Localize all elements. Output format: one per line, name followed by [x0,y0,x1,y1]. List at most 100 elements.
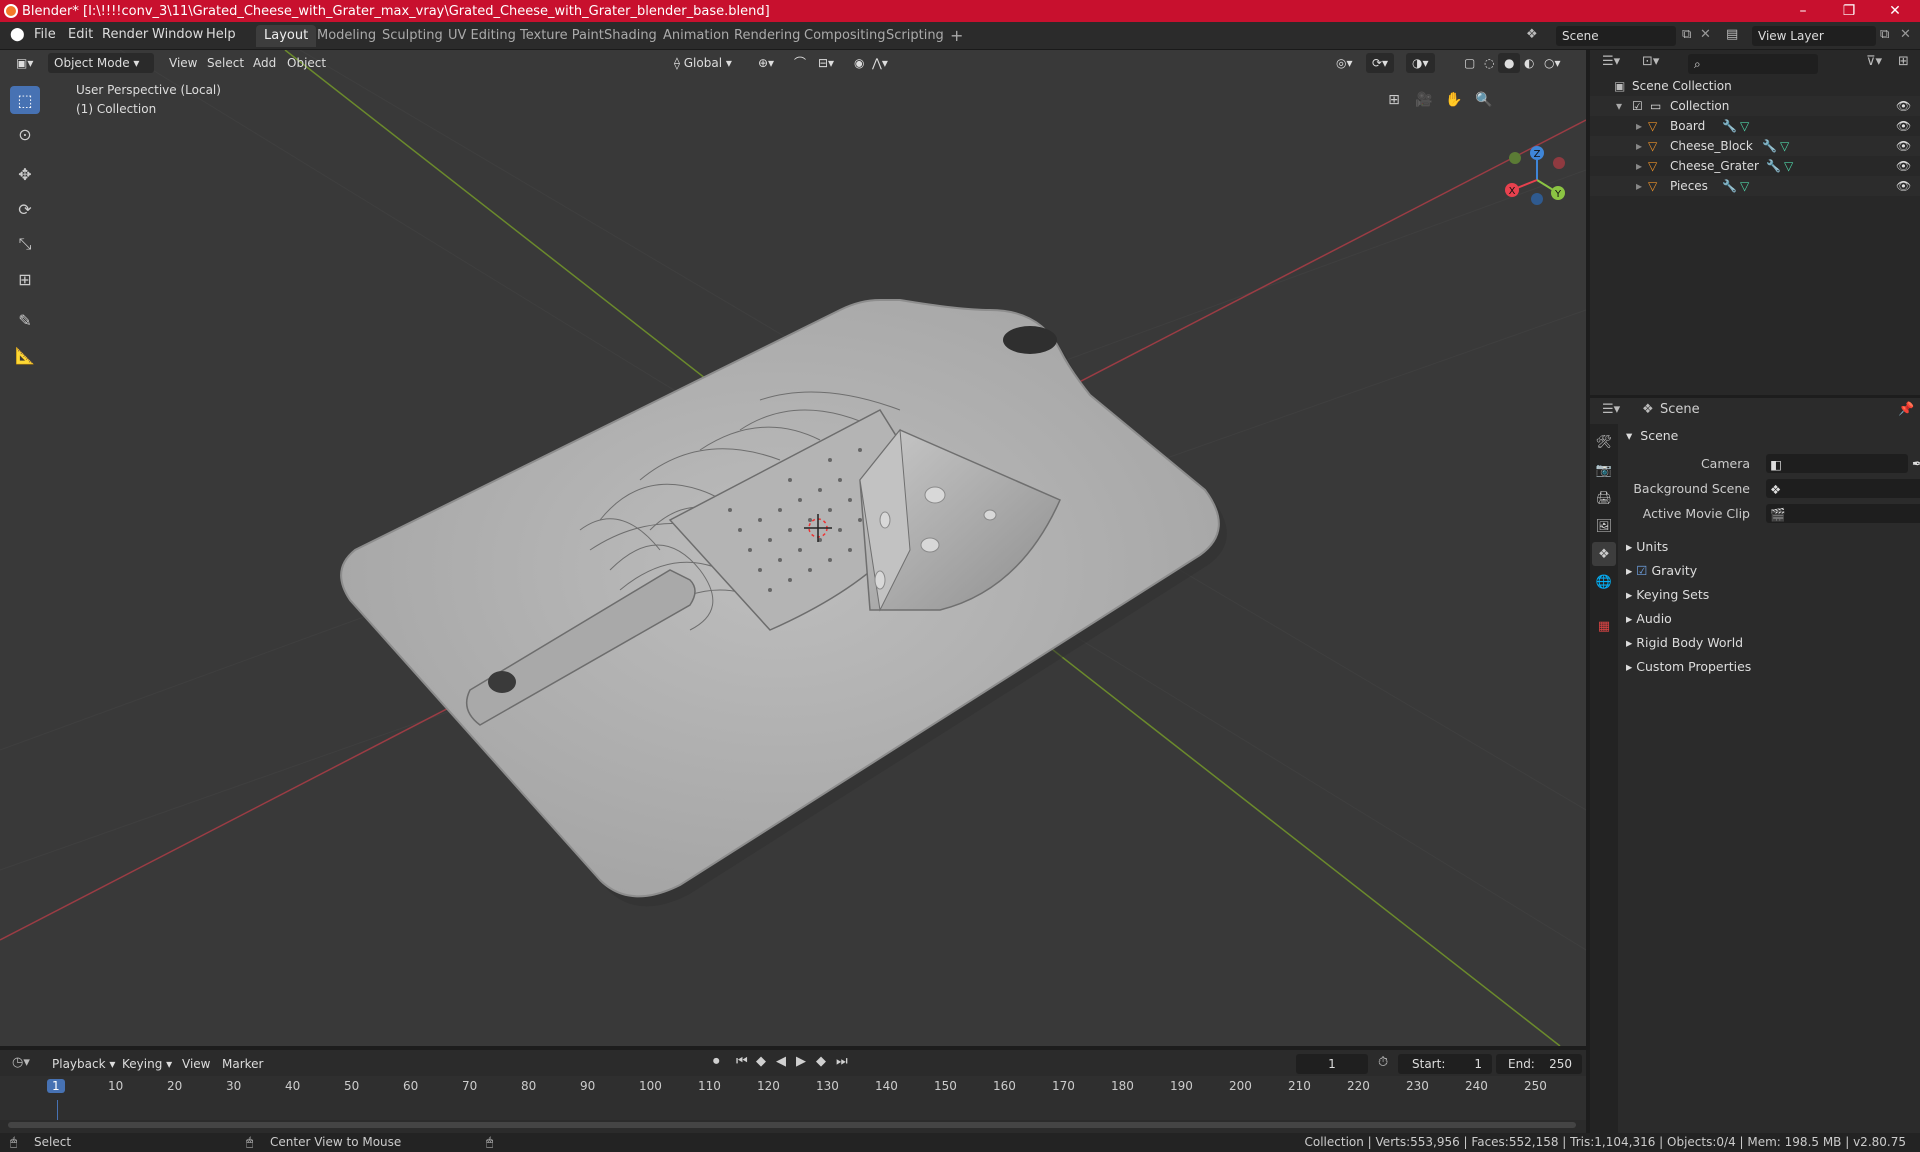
3d-viewport[interactable]: Z Y X ▣▾ Object Mode ▾ View Select Add O… [0,50,1586,1046]
new-view-layer-icon[interactable]: ⧉ [1880,27,1889,42]
menu-view[interactable]: View [163,53,203,73]
timeline-scrollbar[interactable] [8,1122,1576,1128]
transform-tool[interactable]: ⊞ [10,265,40,293]
audio-panel-header[interactable]: ▸ Audio [1622,607,1916,631]
play-reverse-button[interactable]: ◀ [776,1054,786,1069]
clock-icon[interactable]: ⏱ [1378,1055,1388,1070]
blender-menu-icon[interactable]: ⬤ [10,27,25,42]
expand-icon[interactable]: ▸ [1636,156,1642,176]
camera-view-icon[interactable]: 🎥 [1412,88,1436,112]
outliner-row-scene-collection[interactable]: ▣ Scene Collection [1590,76,1920,96]
navigation-gizmo[interactable]: Z Y X [1505,146,1565,205]
tab-animation[interactable]: Animation [655,25,737,47]
end-frame-field[interactable]: End: 250 [1496,1054,1582,1074]
view-layer-tab-icon[interactable]: 🖼 [1592,514,1616,538]
jump-keyframe-forward-button[interactable]: ◆ [816,1054,826,1069]
menu-window[interactable]: Window [152,27,203,42]
rendered-shading-icon[interactable]: ○▾ [1538,53,1567,73]
units-panel-header[interactable]: ▸ Units [1622,535,1916,559]
current-frame-field[interactable]: 1 [1296,1054,1368,1074]
texture-tab-icon[interactable]: ▦ [1592,614,1616,638]
new-scene-icon[interactable]: ⧉ [1682,27,1691,42]
record-button[interactable]: ⏺ [713,1054,720,1069]
eyedropper-icon[interactable]: ✒ [1912,453,1920,475]
snap-target-icon[interactable]: ⊟▾ [812,53,840,73]
delete-view-layer-icon[interactable]: ✕ [1900,27,1911,42]
filter-icon[interactable]: ⊽▾ [1866,54,1882,69]
render-tab-icon[interactable]: 📷 [1592,458,1616,482]
close-button[interactable]: ✕ [1872,0,1918,22]
falloff-icon[interactable]: ⋀▾ [866,53,894,73]
viewport-scene[interactable]: Z Y X [0,50,1586,1046]
tool-tab-icon[interactable]: 🛠 [1592,430,1616,454]
eye-icon[interactable]: 👁 [1896,136,1911,156]
play-button[interactable]: ▶ [796,1054,806,1069]
background-scene-field[interactable]: ❖ [1766,479,1920,498]
tab-scripting[interactable]: Scripting [878,25,952,47]
menu-timeline-view[interactable]: View [176,1054,216,1074]
jump-start-button[interactable]: ⏮ [736,1054,748,1069]
scale-tool[interactable]: ⤡ [10,230,40,258]
rotate-tool[interactable]: ⟳ [10,195,40,223]
outliner-row-collection[interactable]: ▾ ☑ ▭ Collection 👁 [1590,96,1920,116]
collapse-icon[interactable]: ▾ [1616,96,1622,116]
object-mode-dropdown[interactable]: Object Mode ▾ [48,53,154,73]
transform-orientation-dropdown[interactable]: ⟠ Global ▾ [668,53,738,73]
menu-edit[interactable]: Edit [68,27,93,42]
keying-sets-panel-header[interactable]: ▸ Keying Sets [1622,583,1916,607]
gravity-checkbox[interactable]: ☑ [1636,563,1647,578]
active-movie-clip-field[interactable]: 🎬 [1766,504,1920,523]
jump-end-button[interactable]: ⏭ [836,1054,848,1069]
gizmo-toggle-icon[interactable]: ⟳▾ [1366,53,1395,73]
move-tool[interactable]: ✥ [10,160,40,188]
scene-tab-icon[interactable]: ❖ [1592,542,1616,566]
scene-panel-header[interactable]: ▾ Scene [1622,424,1916,448]
eye-icon[interactable]: 👁 [1896,156,1911,176]
new-collection-icon[interactable]: ⊞ [1898,54,1909,69]
pin-icon[interactable]: 📌 [1898,402,1914,417]
delete-scene-icon[interactable]: ✕ [1700,27,1711,42]
collection-checkbox[interactable]: ☑ [1632,96,1643,116]
expand-icon[interactable]: ▸ [1636,136,1642,156]
display-mode-icon[interactable]: ⊡▾ [1642,54,1659,69]
outliner-editor-type-icon[interactable]: ☰▾ [1602,54,1620,69]
menu-object[interactable]: Object [281,53,332,73]
minimize-button[interactable]: – [1780,0,1826,22]
menu-file[interactable]: File [34,27,56,42]
outliner-row-object[interactable]: ▸ ▽ Cheese_Grater 🔧 ▽ 👁 [1590,156,1920,176]
gravity-panel-header[interactable]: ▸ ☑ Gravity [1622,559,1916,583]
pan-view-icon[interactable]: ✋ [1442,88,1466,112]
select-box-tool[interactable]: ⬚ [10,86,40,114]
annotate-tool[interactable]: ✎ [10,306,40,334]
measure-tool[interactable]: 📐 [10,341,40,369]
outliner-search-input[interactable]: ⌕ [1688,54,1818,74]
cursor-tool[interactable]: ⊙ [10,120,40,148]
custom-properties-panel-header[interactable]: ▸ Custom Properties [1622,655,1916,679]
eye-icon[interactable]: 👁 [1896,176,1911,196]
snap-icon[interactable]: ⌒ [788,53,812,73]
jump-keyframe-back-button[interactable]: ◆ [756,1054,766,1069]
menu-select[interactable]: Select [201,53,250,73]
add-workspace-button[interactable]: + [942,25,971,47]
start-frame-field[interactable]: Start: 1 [1398,1054,1492,1074]
scene-selector-icon[interactable]: ❖ [1526,27,1538,42]
tab-layout[interactable]: Layout [256,25,317,47]
expand-icon[interactable]: ▸ [1636,116,1642,136]
expand-icon[interactable]: ▸ [1636,176,1642,196]
editor-type-icon[interactable]: ▣▾ [10,53,39,73]
maximize-button[interactable]: ❐ [1826,0,1872,22]
menu-render[interactable]: Render [102,27,148,42]
menu-help[interactable]: Help [206,27,236,42]
eye-icon[interactable]: 👁 [1896,116,1911,136]
tab-modeling[interactable]: Modeling [309,25,384,47]
output-tab-icon[interactable]: 🖨 [1592,486,1616,510]
toggle-perspective-icon[interactable]: ⊞ [1382,88,1406,112]
view-layer-icon[interactable]: ▤ [1726,27,1738,42]
outliner-row-object[interactable]: ▸ ▽ Cheese_Block 🔧 ▽ 👁 [1590,136,1920,156]
outliner-row-object[interactable]: ▸ ▽ Pieces 🔧 ▽ 👁 [1590,176,1920,196]
timeline-track[interactable]: 1 10 20 30 40 50 60 70 80 90 100 110 120 130 140 150 160… [0,1076,1586,1120]
menu-keying[interactable]: Keying ▾ [116,1054,178,1074]
properties-editor-type-icon[interactable]: ☰▾ [1602,402,1620,417]
world-tab-icon[interactable]: 🌐 [1592,570,1616,594]
camera-field[interactable]: ◧ [1766,454,1908,473]
